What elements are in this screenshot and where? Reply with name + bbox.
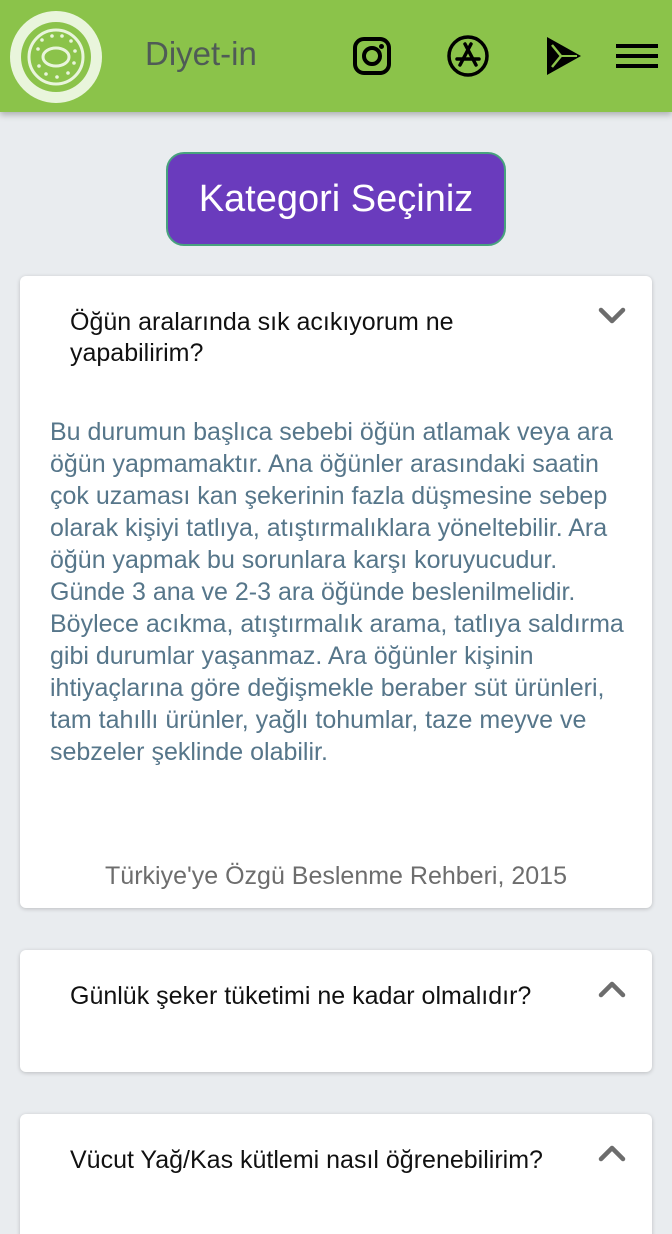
app-store-icon[interactable] <box>445 33 491 79</box>
faq-answer-1: Bu durumun başlıca sebebi öğün atlamak v… <box>50 418 624 766</box>
faq-question-2[interactable]: Günlük şeker tüketimi ne kadar olmalıdır… <box>70 981 550 1012</box>
kiwi-logo-icon[interactable] <box>10 11 102 103</box>
faq-card-1: Öğün aralarında sık acıkıyorum ne yapabi… <box>20 276 652 908</box>
faq-source-1: Türkiye'ye Özgü Beslenme Rehberi, 2015 <box>105 862 567 890</box>
faq-question-3[interactable]: Vücut Yağ/Kas kütlemi nasıl öğrenebiliri… <box>70 1145 550 1176</box>
faq-card-3: Vücut Yağ/Kas kütlemi nasıl öğrenebiliri… <box>20 1114 652 1234</box>
hamburger-menu-icon[interactable] <box>614 33 660 79</box>
instagram-icon[interactable] <box>349 33 395 79</box>
google-play-icon[interactable] <box>541 33 587 79</box>
faq-question-1[interactable]: Öğün aralarında sık acıkıyorum ne yapabi… <box>70 307 550 369</box>
chevron-up-icon[interactable] <box>598 980 626 998</box>
header-bar: Diyet-in <box>0 0 672 112</box>
faq-card-2: Günlük şeker tüketimi ne kadar olmalıdır… <box>20 950 652 1072</box>
chevron-up-icon[interactable] <box>598 1144 626 1162</box>
category-select-button[interactable]: Kategori Seçiniz <box>166 152 506 246</box>
chevron-down-icon[interactable] <box>598 307 626 325</box>
brand-name[interactable]: Diyet-in <box>145 34 257 74</box>
